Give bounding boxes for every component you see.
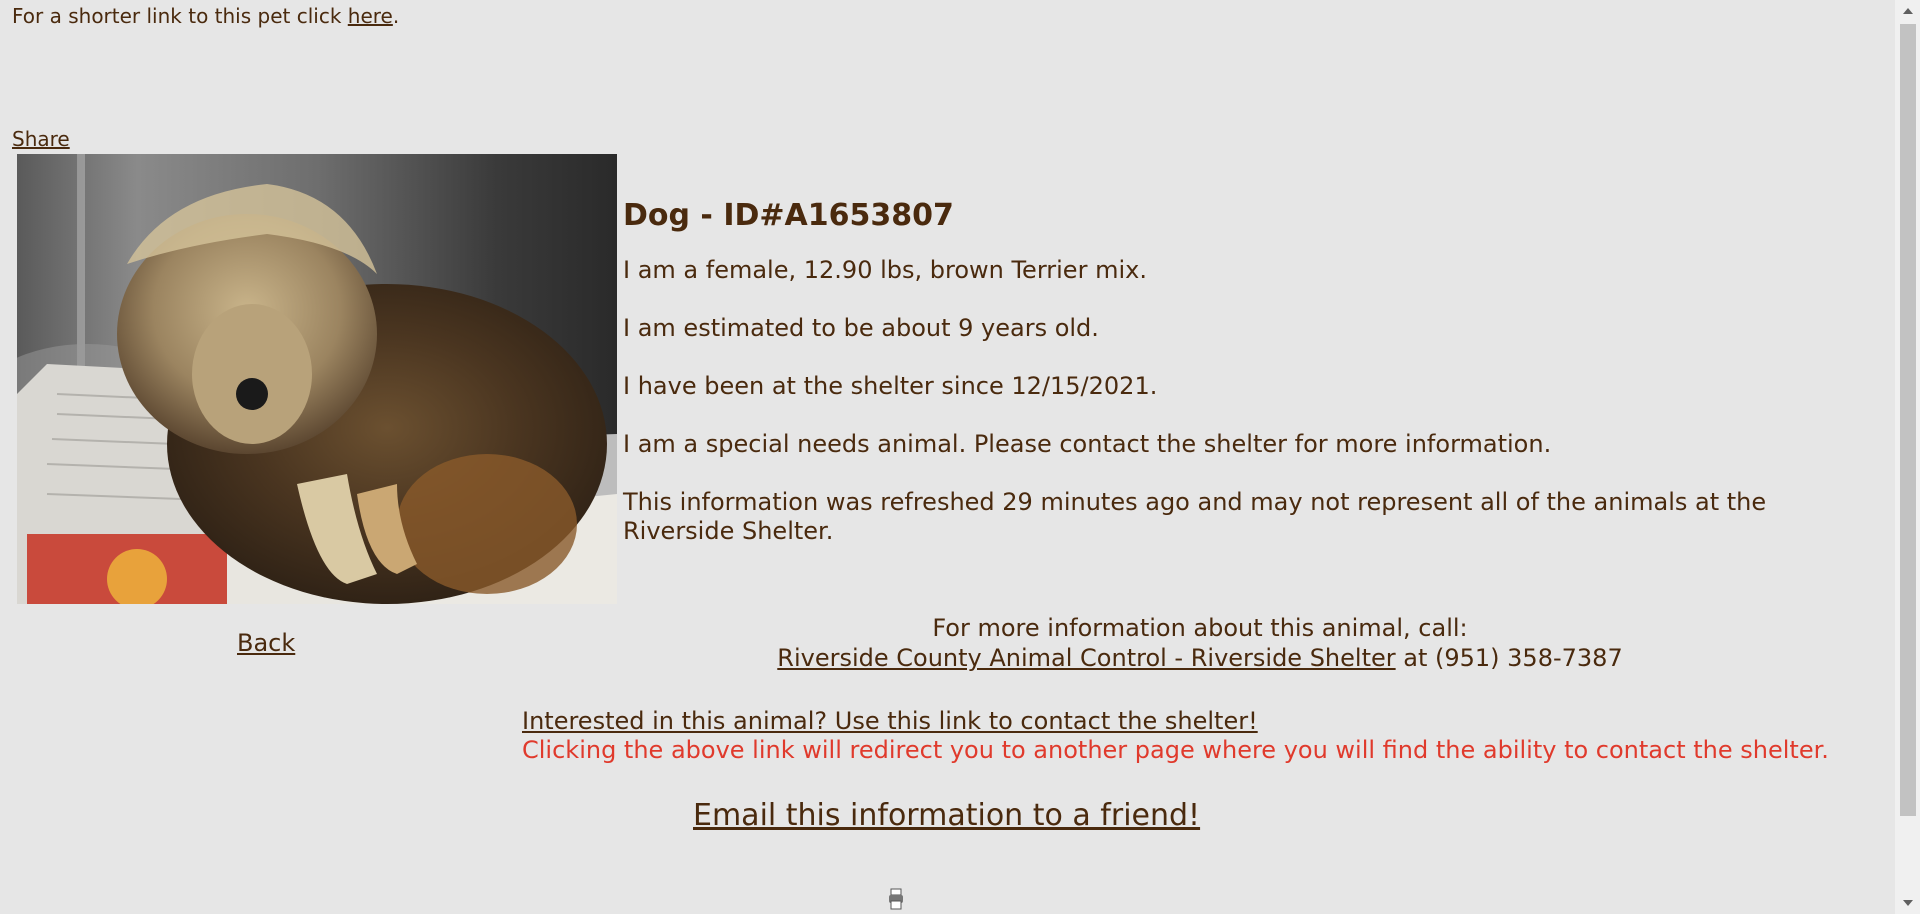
scroll-down-icon[interactable] [1895,892,1920,914]
call-info: For more information about this animal, … [700,613,1700,673]
back-link[interactable]: Back [237,628,295,658]
call-line: Riverside County Animal Control - Rivers… [700,643,1700,673]
call-prefix: For more information about this animal, … [932,614,1468,642]
shelter-link[interactable]: Riverside County Animal Control - Rivers… [777,644,1395,672]
animal-description: I am a female, 12.90 lbs, brown Terrier … [623,256,1147,284]
short-link-suffix: . [392,4,400,28]
short-link-prefix: For a shorter link to this pet click [12,4,348,28]
scroll-up-icon[interactable] [1895,0,1920,22]
contact-shelter-link[interactable]: Interested in this animal? Use this link… [522,706,1258,736]
dog-photo-illustration [17,154,617,604]
refresh-note: This information was refreshed 29 minute… [623,488,1767,545]
animal-special-needs: I am a special needs animal. Please cont… [623,430,1552,458]
phone-text: at (951) 358-7387 [1395,644,1623,672]
animal-title: Dog - ID#A1653807 [623,198,954,233]
print-icon[interactable] [888,888,904,910]
animal-since: I have been at the shelter since 12/15/2… [623,372,1158,400]
animal-info: Dog - ID#A1653807 I am a female, 12.90 l… [623,196,1803,575]
pet-photo [17,154,617,604]
short-link-here[interactable]: here [348,4,393,28]
short-link-line: For a shorter link to this pet click her… [12,3,399,29]
scrollbar-thumb[interactable] [1900,24,1916,816]
redirect-warning: Clicking the above link will redirect yo… [522,736,1829,764]
vertical-scrollbar[interactable] [1895,0,1920,914]
email-friend-link[interactable]: Email this information to a friend! [693,796,1200,836]
animal-age: I am estimated to be about 9 years old. [623,314,1099,342]
share-link[interactable]: Share [12,126,70,152]
